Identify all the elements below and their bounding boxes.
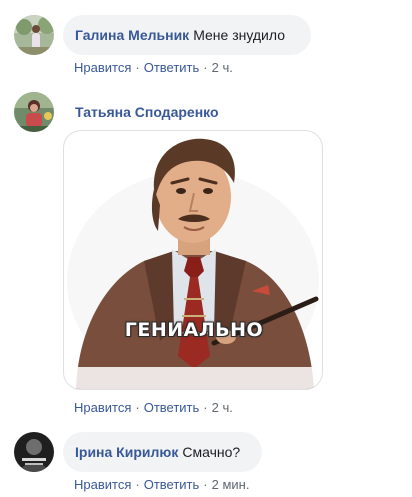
- comment-text: Смачно?: [182, 444, 241, 460]
- like-link[interactable]: Нравится: [74, 477, 131, 492]
- comment-author-link[interactable]: Ірина Кирилюк: [75, 444, 178, 460]
- comment-timestamp[interactable]: 2 мин.: [212, 477, 250, 492]
- comment-actions: Нравится · Ответить · 2 мин.: [74, 477, 249, 492]
- separator: ·: [203, 477, 208, 492]
- separator: ·: [135, 477, 140, 492]
- avatar[interactable]: [14, 432, 54, 472]
- reply-link[interactable]: Ответить: [144, 477, 200, 492]
- comment-item: Ірина Кирилюк Смачно? Нравится · Ответить ·…: [0, 0, 412, 497]
- comment-bubble: Ірина Кирилюк Смачно?: [63, 432, 262, 472]
- user-avatar-icon: [14, 432, 54, 472]
